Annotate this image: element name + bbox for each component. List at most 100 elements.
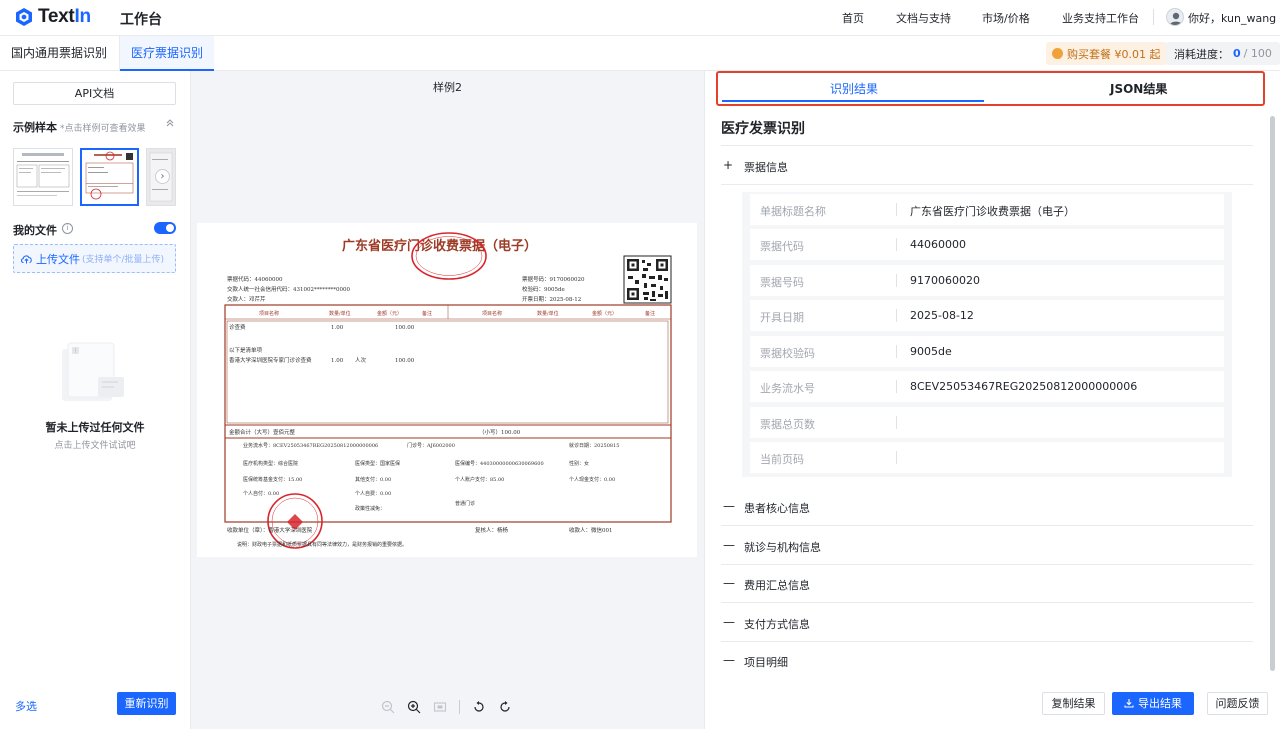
export-result-button[interactable]: 导出结果 (1112, 692, 1194, 715)
active-tab-indicator (722, 100, 984, 102)
document-preview: 样例2 广东省医疗门诊收费票据（电子） 票据代码：44060000 交款人统一社… (191, 71, 704, 729)
section-item-details[interactable]: — 项目明细 (721, 653, 1253, 673)
buy-package-button[interactable]: 购买套餐 ¥0.01 起 (1046, 42, 1168, 65)
upload-label: 上传文件 (36, 252, 80, 266)
upload-hint: (支持单个/批量上传) (82, 255, 165, 265)
invoice-row-1-qty: 1.00 (331, 325, 344, 331)
nav-home[interactable]: 首页 (842, 10, 864, 26)
invoice-meta-left-3: 交款人：邓芹芹 (227, 295, 266, 303)
copy-result-button[interactable]: 复制结果 (1042, 692, 1105, 715)
multi-select-link[interactable]: 多选 (15, 698, 37, 714)
my-files-title: 我的文件 (13, 224, 57, 237)
user-greeting[interactable]: 你好，kun_wang (1188, 10, 1276, 26)
qr-code (623, 255, 672, 304)
zoom-out-icon[interactable] (381, 700, 395, 714)
section-payment-method[interactable]: — 支付方式信息 (721, 615, 1253, 635)
my-files-toggle[interactable] (154, 222, 176, 234)
invoice-col-header-3: 金额（元） (377, 310, 402, 317)
tab-json-result[interactable]: JSON结果 (1110, 80, 1167, 97)
invoice-other-5: 医保类型：国家医保 (355, 460, 400, 467)
invoice-other-8: 医保统筹基金支付：15.00 (243, 476, 302, 483)
chevron-up-icon[interactable] (165, 118, 175, 130)
field-row: 开具日期 2025-08-12 (750, 300, 1224, 331)
invoice-col-header-8: 备注 (645, 310, 655, 317)
nav-market[interactable]: 市场/价格 (982, 10, 1030, 26)
invoice-table-border (224, 304, 672, 523)
toolbar-divider (459, 700, 460, 714)
app-title: 工作台 (120, 12, 162, 28)
collapse-icon: — (723, 615, 735, 629)
field-key: 票据代码 (760, 240, 804, 253)
field-key: 票据校验码 (760, 347, 815, 360)
section-label: 患者核心信息 (744, 502, 810, 515)
textin-logo[interactable]: TextIn (14, 6, 91, 28)
invoice-other-6: 医保编号：44030000000630069600 (455, 460, 544, 467)
avatar[interactable] (1166, 8, 1184, 26)
invoice-col-header-5: 项目名称 (482, 310, 502, 317)
nav-business-workbench[interactable]: 业务支持工作台 (1062, 10, 1139, 26)
invoice-footer-payee: 收款单位（章）：香港大学深圳医院 (227, 526, 313, 534)
field-key: 业务流水号 (760, 382, 815, 395)
invoice-meta-right-3: 开票日期：2025-08-12 (522, 296, 581, 303)
upload-file-area[interactable]: 上传文件 (支持单个/批量上传) (13, 244, 176, 273)
collapse-icon: — (723, 576, 735, 590)
info-icon[interactable]: i (62, 223, 73, 234)
fit-screen-icon[interactable] (433, 700, 447, 714)
chevron-right-icon[interactable]: › (155, 169, 170, 184)
section-label: 项目明细 (744, 656, 788, 669)
usage-label: 消耗进度： (1174, 47, 1229, 61)
invoice-footer-reviewer: 复核人：杨杨 (475, 526, 509, 534)
field-row: 单据标题名称 广东省医疗门诊收费票据（电子） (750, 194, 1224, 225)
field-row: 当前页码 (750, 442, 1224, 473)
field-row: 业务流水号 8CEV25053467REG20250812000000006 (750, 371, 1224, 402)
invoice-title: 广东省医疗门诊收费票据（电子） (342, 238, 537, 254)
scrollbar[interactable] (1270, 116, 1275, 671)
tab-medical-invoice[interactable]: 医疗票据识别 (120, 36, 215, 71)
nav-docs[interactable]: 文档与支持 (896, 10, 951, 26)
feedback-button[interactable]: 问题反馈 (1207, 692, 1268, 715)
sample-name: 样例2 (433, 81, 462, 94)
re-recognize-button[interactable]: 重新识别 (117, 692, 176, 715)
field-value: 8CEV25053467REG20250812000000006 (910, 380, 1138, 393)
invoice-other-13: 个人自费：0.00 (355, 490, 391, 497)
usage-total: / 100 (1243, 47, 1272, 60)
field-separator (896, 238, 897, 251)
invoice-row-1-amount: 100.00 (395, 325, 415, 331)
field-separator (896, 451, 897, 464)
field-value: 9005de (910, 345, 952, 358)
api-docs-button[interactable]: API文档 (13, 82, 176, 105)
invoice-other-11: 个人现金支付：0.00 (569, 476, 615, 483)
field-row: 票据总页数 (750, 407, 1224, 438)
section-visit-institution[interactable]: — 就诊与机构信息 (721, 538, 1253, 558)
invoice-col-header-7: 金额（元） (592, 310, 617, 317)
section-patient-info[interactable]: — 患者核心信息 (721, 499, 1253, 519)
samples-hint: *点击样例可查看效果 (60, 124, 146, 134)
samples-title: 示例样本 (13, 121, 57, 134)
sample-thumbnail-2[interactable] (80, 148, 139, 206)
coin-icon (1052, 48, 1063, 59)
section-label: 支付方式信息 (744, 618, 810, 631)
divider (721, 641, 1253, 642)
sample-thumbnail-1[interactable] (13, 148, 73, 206)
invoice-col-header-2: 数量/单位 (329, 310, 351, 317)
nav-divider (1153, 9, 1154, 25)
section-fee-summary[interactable]: — 费用汇总信息 (721, 576, 1253, 596)
cloud-upload-icon (21, 255, 32, 264)
invoice-other-1: 业务流水号：8CEV25053467REG20250812000000006 (243, 442, 378, 449)
section-label: 费用汇总信息 (744, 579, 810, 592)
field-key: 票据总页数 (760, 418, 815, 431)
zoom-in-icon[interactable] (407, 700, 421, 714)
tab-recognition-result[interactable]: 识别结果 (830, 80, 878, 97)
invoice-row-1-name: 诊查费 (229, 323, 246, 331)
divider (721, 602, 1253, 603)
tab-general-invoice[interactable]: 国内通用票据识别 (0, 36, 118, 71)
expand-icon: + (723, 158, 734, 172)
empty-files-illustration: ! (62, 342, 124, 401)
left-panel: API文档 示例样本 *点击样例可查看效果 › 我的文件 i 上传文件 (支持单… (0, 71, 191, 729)
rotate-right-icon[interactable] (498, 700, 512, 714)
invoice-row-3-amount: 100.00 (395, 358, 415, 364)
rotate-left-icon[interactable] (472, 700, 486, 714)
top-navbar: TextIn 工作台 首页 文档与支持 市场/价格 业务支持工作台 你好，kun… (0, 0, 1280, 36)
section-invoice-info[interactable]: + 票据信息 (721, 158, 1253, 178)
svg-text:!: ! (74, 348, 76, 355)
